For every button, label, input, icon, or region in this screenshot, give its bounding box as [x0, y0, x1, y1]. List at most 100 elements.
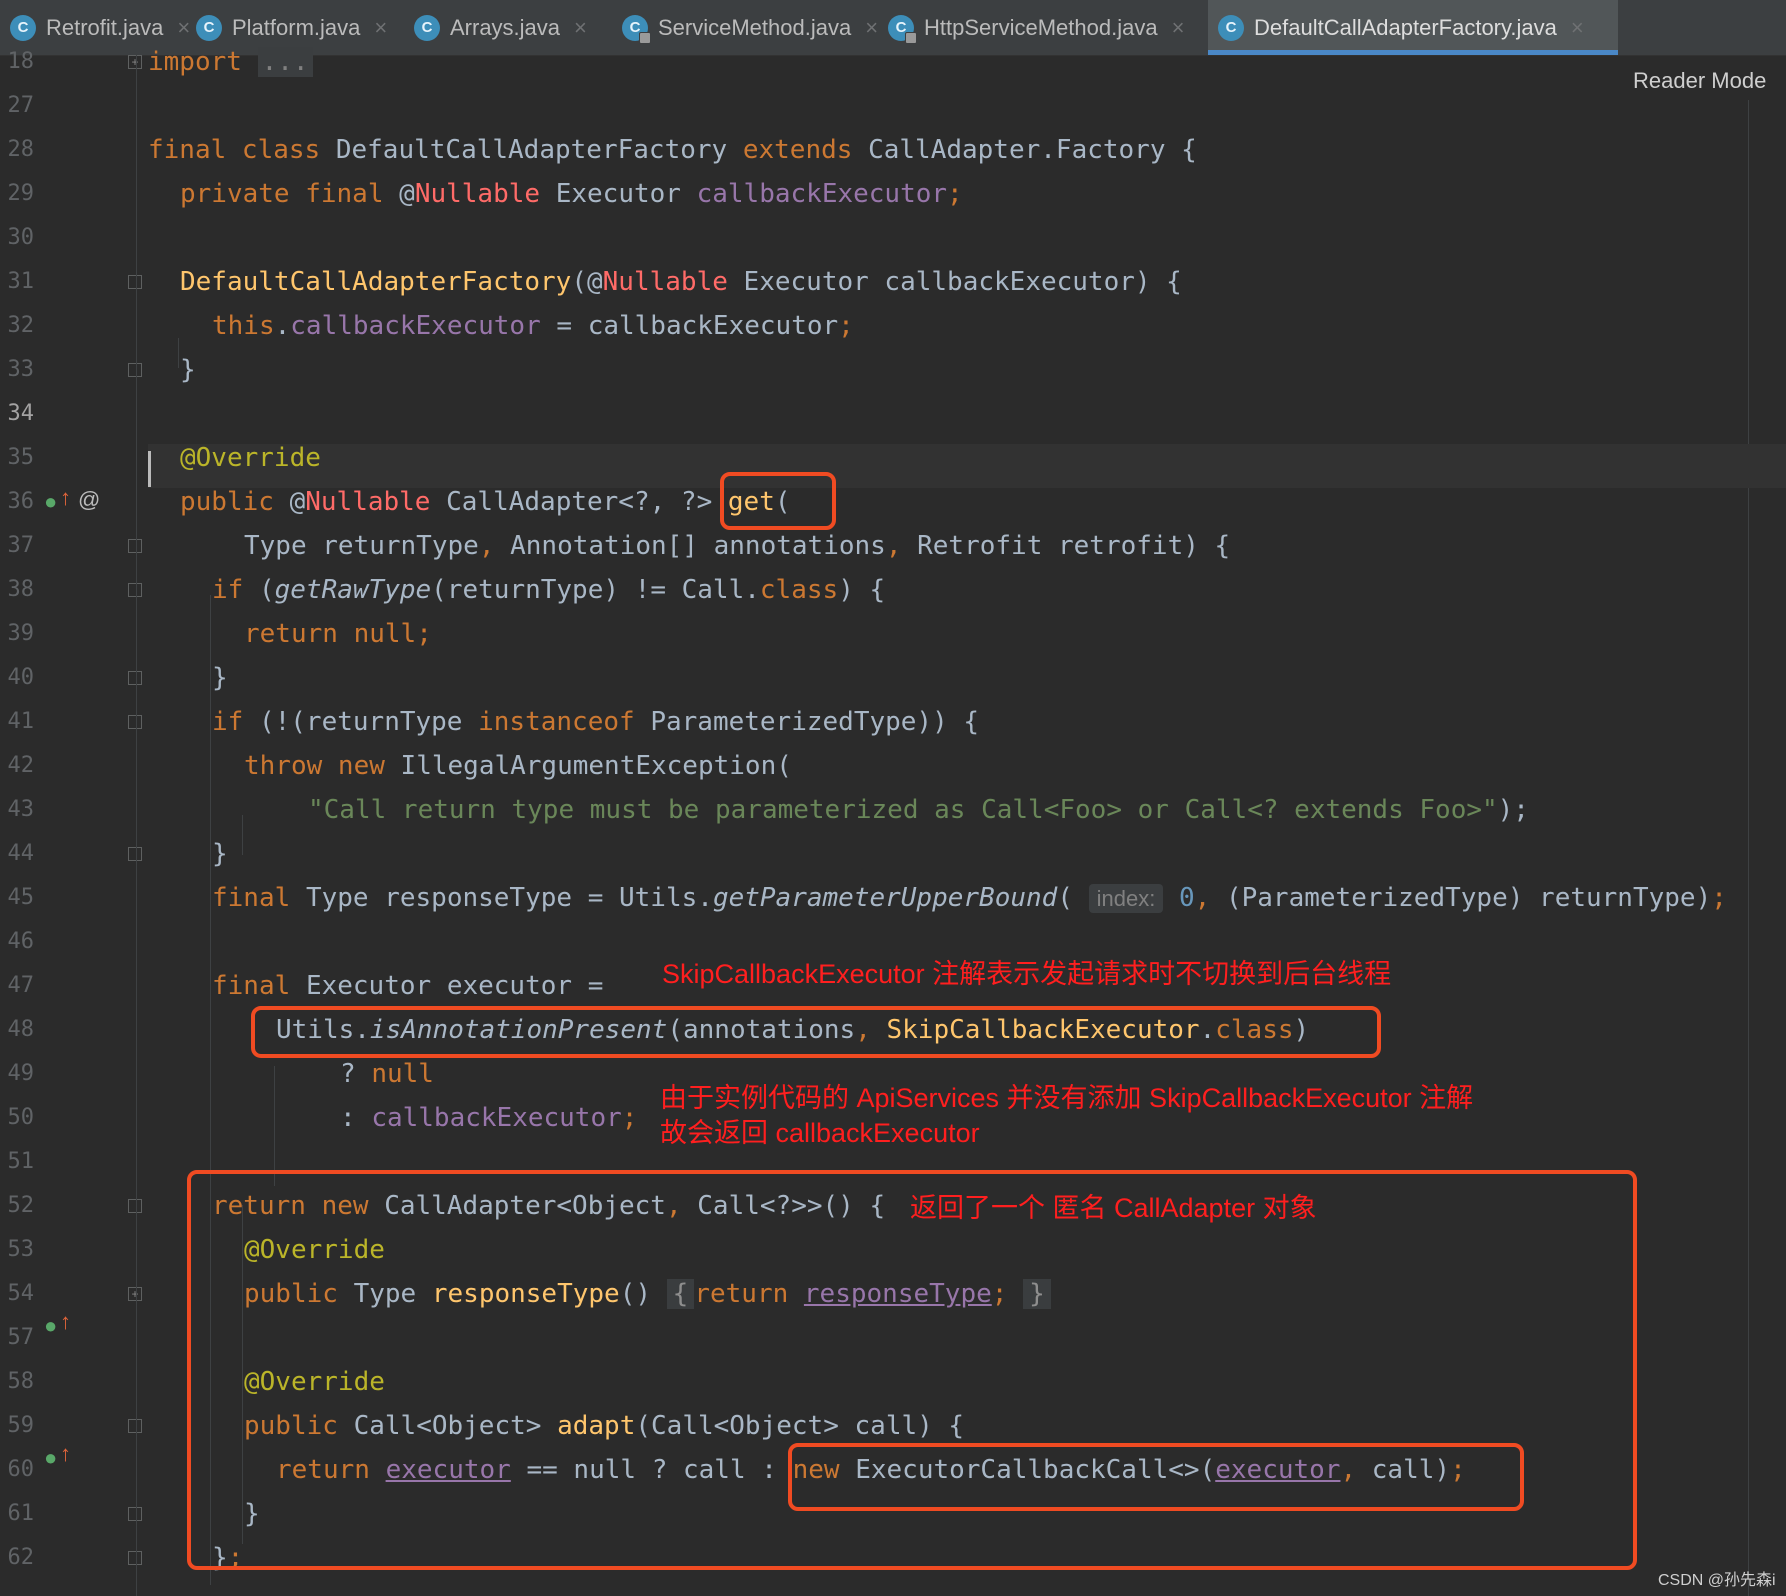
keyword: instanceof	[478, 707, 635, 737]
field-name: callbackExecutor	[371, 1103, 622, 1133]
code-line-28: final class DefaultCallAdapterFactory ex…	[148, 128, 1197, 172]
static-method-call: getParameterUpperBound	[712, 883, 1058, 913]
code-line-36: public @Nullable CallAdapter<?, ?> get(	[180, 480, 791, 524]
code-text: (@	[571, 267, 603, 297]
fold-expand-icon[interactable]: +	[128, 1287, 142, 1301]
fold-expand-icon[interactable]: +	[128, 55, 142, 69]
editor-gutter: 18 27 28 29 30 31 32 33 34 35 36 37 38 3…	[0, 49, 150, 1596]
close-icon[interactable]: ×	[574, 15, 587, 41]
highlight-box-executorcallbackcall	[788, 1443, 1524, 1511]
fold-collapse-icon[interactable]	[128, 583, 142, 597]
fold-collapse-icon[interactable]	[128, 1199, 142, 1213]
tab-label: DefaultCallAdapterFactory.java	[1254, 14, 1557, 40]
number-literal: 0	[1179, 883, 1195, 913]
keyword: final	[212, 971, 291, 1001]
fold-collapse-icon[interactable]	[128, 275, 142, 289]
keyword: throw new	[244, 751, 385, 781]
watermark: CSDN @孙先森i	[1658, 1572, 1776, 1589]
implements-method-icon[interactable]: ●	[44, 489, 57, 515]
keyword: import	[148, 47, 242, 77]
line-number: 43	[7, 797, 35, 822]
line-number: 36	[7, 489, 35, 514]
code-text: }	[180, 355, 196, 385]
class-icon: C	[414, 14, 440, 41]
fold-collapse-icon[interactable]	[128, 1419, 142, 1433]
annotation-note-apiservices: 由于实例代码的 ApiServices 并没有添加 SkipCallbackEx…	[660, 1083, 1474, 1113]
code-text: }	[212, 663, 228, 693]
tab-arrays-java[interactable]: C Arrays.java ×	[404, 0, 612, 55]
static-method-call: getRawType	[274, 575, 432, 605]
code-text: (	[258, 575, 275, 605]
folded-imports-placeholder[interactable]: ...	[257, 47, 313, 77]
tab-defaultcalladapterfactory-java[interactable]: C DefaultCallAdapterFactory.java ×	[1208, 0, 1618, 55]
nullable-annotation: Nullable	[602, 267, 728, 297]
locked-class-icon: C	[888, 14, 917, 44]
line-number: 51	[7, 1149, 35, 1174]
parameter-hint: index:	[1088, 884, 1164, 913]
fold-end-icon[interactable]	[128, 363, 142, 377]
implements-method-icon[interactable]: ●	[44, 1313, 57, 1339]
class-icon: C	[1218, 14, 1244, 41]
code-text: @	[399, 179, 415, 209]
code-line-42: throw new IllegalArgumentException(	[244, 744, 792, 788]
code-line-41: if (!(returnType instanceof Parameterize…	[212, 700, 979, 744]
line-number: 46	[7, 929, 35, 954]
keyword: if	[212, 707, 244, 737]
code-line-35: @Override	[180, 436, 321, 480]
code-text: @	[289, 487, 306, 517]
highlight-box-get-method	[720, 472, 836, 530]
punctuation: ;	[416, 619, 432, 649]
code-text: Executor	[555, 179, 681, 209]
punctuation: ,	[885, 531, 902, 561]
tab-label: HttpServiceMethod.java	[924, 14, 1158, 40]
punctuation: ,	[478, 531, 495, 561]
punctuation: ;	[1711, 883, 1727, 913]
code-text: (returnType) != Call.	[431, 575, 760, 605]
keyword: if	[212, 575, 244, 605]
annotation: @Override	[180, 443, 321, 473]
line-number: 27	[7, 93, 35, 118]
code-text: = callbackExecutor	[556, 311, 839, 341]
line-number: 52	[7, 1193, 35, 1218]
annotation-at-icon[interactable]: @	[78, 487, 100, 513]
code-text: }	[212, 839, 228, 869]
fold-end-icon[interactable]	[128, 1507, 142, 1521]
close-icon[interactable]: ×	[865, 15, 878, 41]
close-icon[interactable]: ×	[374, 15, 387, 41]
up-arrow-icon: ↑	[60, 485, 71, 510]
code-line-37: Type returnType, Annotation[] annotation…	[244, 524, 1230, 568]
line-number: 57	[7, 1325, 35, 1350]
punctuation: ;	[947, 179, 963, 209]
line-number: 48	[7, 1017, 35, 1042]
fold-collapse-icon[interactable]	[128, 539, 142, 553]
fold-collapse-icon[interactable]	[128, 715, 142, 729]
fold-end-icon[interactable]	[128, 1551, 142, 1565]
indent-guide	[242, 815, 243, 855]
punctuation: ;	[621, 1103, 638, 1133]
line-number: 38	[7, 577, 35, 602]
code-text: Type responseType = Utils.	[305, 883, 713, 913]
line-number: 42	[7, 753, 35, 778]
code-line-44: }	[212, 832, 228, 876]
line-number: 37	[7, 533, 35, 558]
line-number: 31	[7, 269, 35, 294]
annotation-note-skip-callback: SkipCallbackExecutor 注解表示发起请求时不切换到后台线程	[662, 959, 1392, 989]
constructor-name: DefaultCallAdapterFactory	[180, 267, 572, 297]
tab-servicemethod-java[interactable]: C ServiceMethod.java ×	[612, 0, 878, 55]
close-icon[interactable]: ×	[1172, 15, 1185, 41]
annotation-note-returns-callback: 故会返回 callbackExecutor	[660, 1118, 980, 1148]
keyword: final	[212, 883, 291, 913]
keyword: final class	[148, 135, 321, 165]
class-icon: C	[196, 14, 222, 41]
tab-httpservicemethod-java[interactable]: C HttpServiceMethod.java ×	[878, 0, 1208, 55]
line-number: 59	[7, 1413, 35, 1438]
implements-method-icon[interactable]: ●	[44, 1445, 57, 1471]
code-text: ) {	[838, 575, 886, 605]
fold-end-icon[interactable]	[128, 847, 142, 861]
line-number: 61	[7, 1501, 35, 1526]
fold-end-icon[interactable]	[128, 671, 142, 685]
tab-label: Retrofit.java	[46, 14, 164, 40]
code-text: Annotation[] annotations	[510, 531, 886, 561]
line-number: 28	[7, 137, 35, 162]
close-icon[interactable]: ×	[1571, 15, 1584, 41]
